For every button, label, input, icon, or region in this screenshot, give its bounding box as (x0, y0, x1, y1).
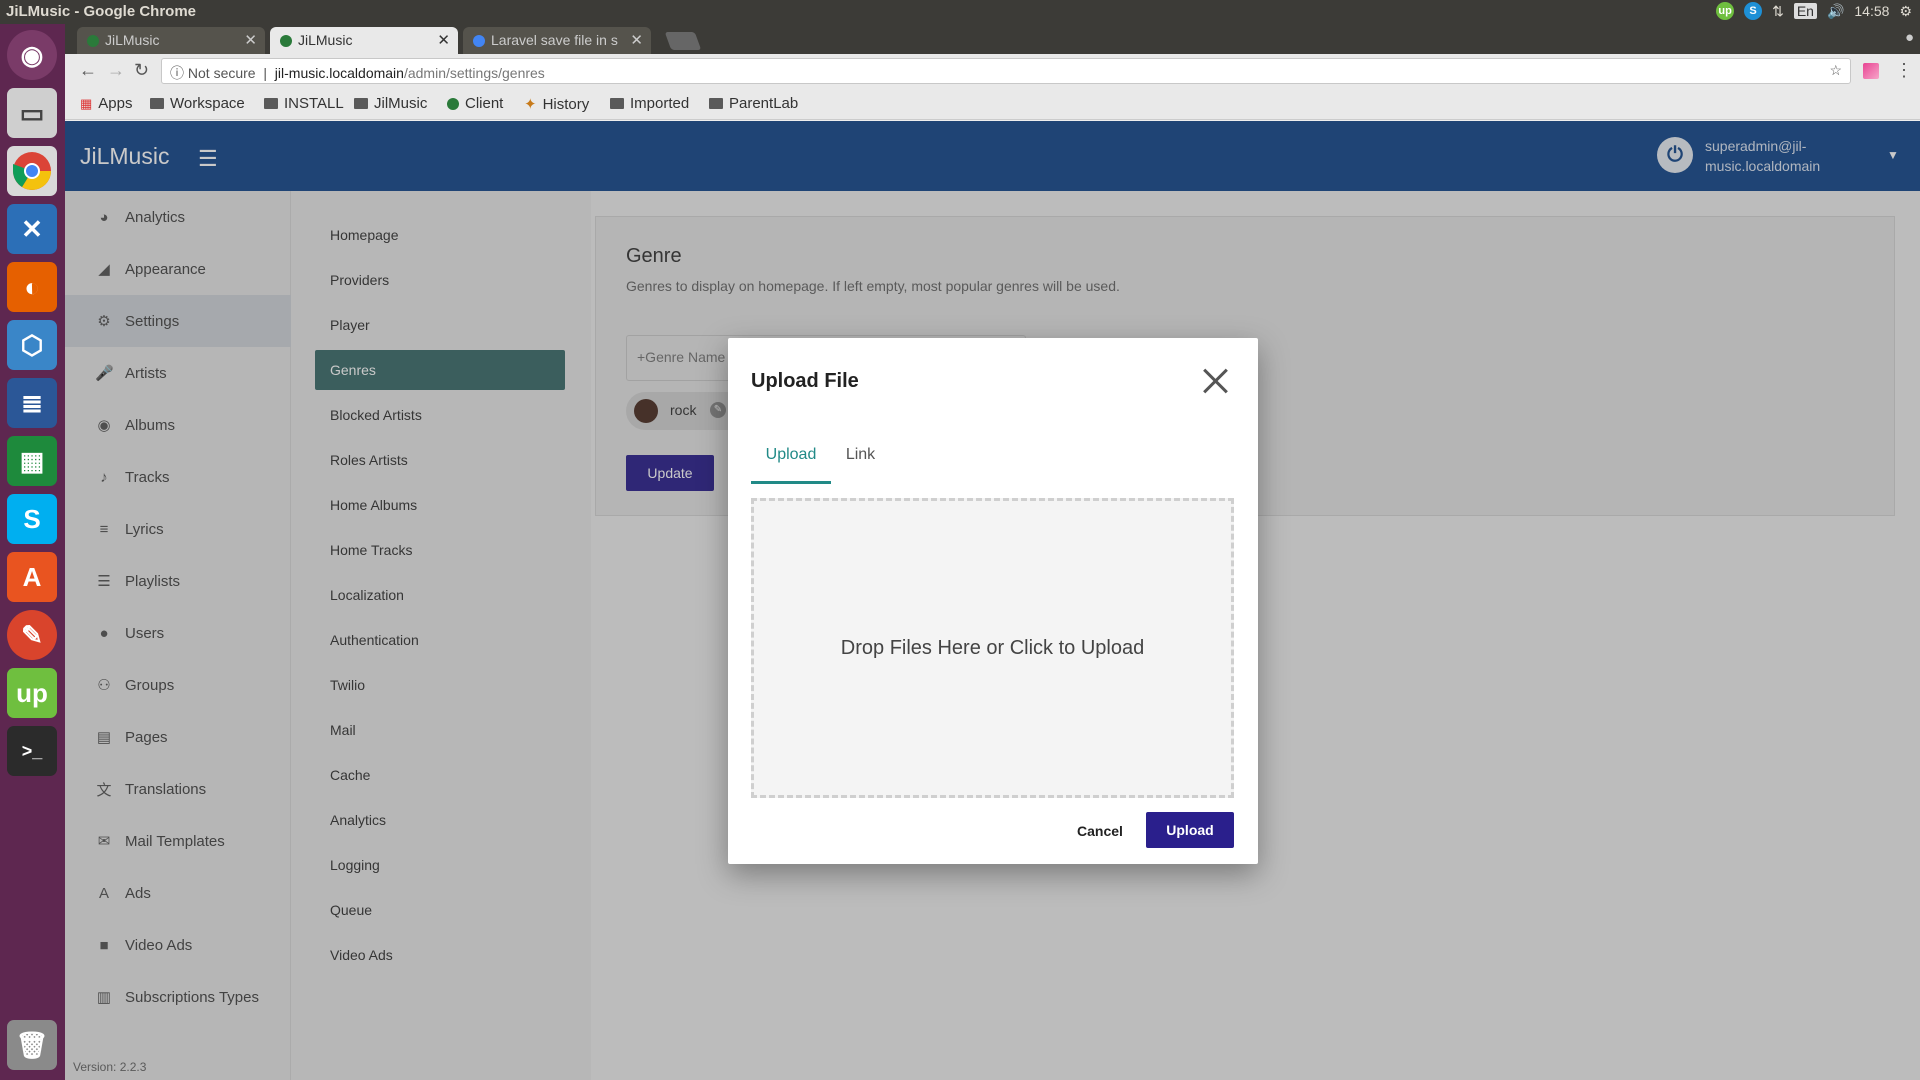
browser-tab[interactable]: JiLMusic ✕ (77, 27, 265, 54)
folder-icon (264, 98, 278, 109)
os-top-bar: JiLMusic - Google Chrome up S ⇅ En 🔊 14:… (0, 0, 1920, 24)
dialog-title: Upload File (751, 370, 859, 392)
browser-toolbar: ← → ↻ ⓘ Not secure | jil-music.localdoma… (65, 54, 1920, 88)
clock[interactable]: 14:58 (1854, 3, 1889, 19)
folder-icon (150, 98, 164, 109)
bookmark-apps[interactable]: ▦ Apps (80, 95, 133, 112)
profile-icon[interactable]: ● (1905, 29, 1914, 46)
google-favicon-icon (473, 35, 485, 47)
software-center-icon[interactable]: A (7, 552, 57, 602)
security-label: Not secure (187, 65, 256, 81)
close-tab-icon[interactable]: ✕ (244, 31, 257, 49)
trash-icon[interactable]: 🗑 (7, 1020, 57, 1070)
upwork-tray-icon[interactable]: up (1716, 2, 1735, 20)
settings-gear-icon[interactable]: ⚙ (1899, 3, 1912, 20)
close-icon[interactable] (1198, 364, 1232, 398)
tab-label: JiLMusic (105, 32, 160, 48)
tab-link[interactable]: Link (838, 446, 883, 484)
info-icon[interactable]: ⓘ (170, 65, 184, 81)
network-icon[interactable]: ⇅ (1772, 3, 1784, 20)
bookmark-star-icon[interactable]: ☆ (1829, 62, 1842, 79)
tab-label: JiLMusic (298, 32, 353, 48)
window-title: JiLMusic - Google Chrome (6, 3, 197, 20)
folder-icon (354, 98, 368, 109)
browser-tab-active[interactable]: JiLMusic ✕ (270, 27, 458, 54)
bookmark-imported[interactable]: Imported (610, 95, 689, 112)
bookmark-install[interactable]: INSTALL (264, 95, 344, 112)
menu-kebab-icon[interactable]: ⋮ (1895, 60, 1913, 81)
skype-tray-icon[interactable]: S (1744, 2, 1763, 20)
upload-button[interactable]: Upload (1146, 812, 1234, 848)
tab-label: Laravel save file in s (491, 32, 618, 48)
cancel-button[interactable]: Cancel (1060, 813, 1140, 849)
firefox-icon[interactable]: ◐ (7, 262, 57, 312)
bookmark-client[interactable]: Client (447, 95, 503, 112)
launcher: ◉ ▭ ✕ ◐ ⬡ ≣ ▦ S A ✎ up >_ 🗑 (0, 24, 65, 1080)
bookmark-workspace[interactable]: Workspace (150, 95, 245, 112)
bookmark-history[interactable]: ✦ History (524, 95, 589, 114)
favicon-icon (447, 97, 459, 110)
bookmarks-bar: ▦ Apps Workspace INSTALL JilMusic Client … (65, 88, 1920, 120)
favicon-icon (280, 35, 292, 47)
upload-file-dialog: Upload File Upload Link Drop Files Here … (728, 338, 1258, 864)
volume-icon[interactable]: 🔊 (1827, 3, 1844, 20)
tab-strip: JiLMusic ✕ JiLMusic ✕ Laravel save file … (65, 24, 1920, 54)
files-icon[interactable]: ▭ (7, 88, 57, 138)
browser-tab[interactable]: Laravel save file in s ✕ (463, 27, 651, 54)
folder-icon (709, 98, 723, 109)
reload-icon[interactable]: ↻ (134, 60, 149, 81)
url-host: jil-music.localdomain (274, 65, 404, 81)
dropzone-text: Drop Files Here or Click to Upload (840, 636, 1145, 659)
calc-icon[interactable]: ▦ (7, 436, 57, 486)
apps-grid-icon: ▦ (80, 95, 93, 111)
folder-icon (610, 98, 624, 109)
ubuntu-dash-icon[interactable]: ◉ (7, 30, 57, 80)
system-tray: up S ⇅ En 🔊 14:58 ⚙ (1716, 2, 1912, 20)
close-tab-icon[interactable]: ✕ (437, 31, 450, 49)
favicon-icon (87, 35, 99, 47)
tab-upload[interactable]: Upload (751, 446, 831, 484)
forward-icon[interactable]: → (107, 60, 125, 81)
new-tab-button[interactable] (664, 32, 702, 50)
bookmark-jilmusic[interactable]: JilMusic (354, 95, 427, 112)
skype-icon[interactable]: S (7, 494, 57, 544)
file-dropzone[interactable]: Drop Files Here or Click to Upload (751, 498, 1234, 798)
keyboard-lang[interactable]: En (1793, 3, 1817, 19)
history-icon: ✦ (524, 96, 537, 113)
vscode-icon[interactable]: ✕ (7, 204, 57, 254)
bookmark-parentlab[interactable]: ParentLab (709, 95, 798, 112)
extension-icon[interactable] (1863, 63, 1879, 79)
back-icon[interactable]: ← (79, 60, 97, 81)
pen-tool-icon[interactable]: ✎ (7, 610, 57, 660)
writer-icon[interactable]: ≣ (7, 378, 57, 428)
address-bar[interactable]: ⓘ Not secure | jil-music.localdomain/adm… (161, 58, 1851, 84)
virtualbox-icon[interactable]: ⬡ (7, 320, 57, 370)
url-path: /admin/settings/genres (403, 65, 545, 81)
upwork-icon[interactable]: up (7, 668, 57, 718)
terminal-icon[interactable]: >_ (7, 726, 57, 776)
close-tab-icon[interactable]: ✕ (630, 31, 643, 49)
chrome-icon[interactable] (7, 146, 57, 196)
